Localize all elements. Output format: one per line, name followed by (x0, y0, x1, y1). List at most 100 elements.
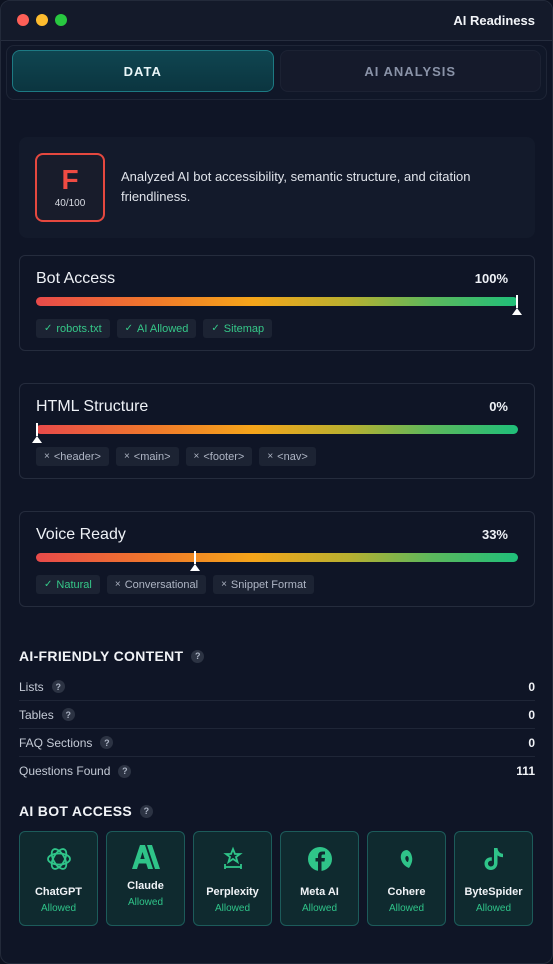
ai-bot-access-heading: AI BOT ACCESS ? (19, 803, 154, 819)
bot-card-perplexity[interactable]: Perplexity Allowed (193, 831, 272, 926)
bot-name: Claude (127, 880, 164, 892)
check-chip-label: <footer> (203, 450, 245, 463)
check-chips: ✓ Natural × Conversational × Snippet Format (36, 575, 315, 594)
grade-score: 40/100 (54, 198, 86, 209)
check-chip-label: Sitemap (223, 322, 265, 335)
check-chips: × <header> × <main> × <footer> × <nav> (36, 447, 316, 466)
check-chip-label: robots.txt (56, 322, 102, 335)
bot-card-cohere[interactable]: Cohere Allowed (367, 831, 446, 926)
help-icon[interactable]: ? (61, 708, 75, 721)
score-marker (36, 423, 38, 436)
check-chip: × <nav> (259, 447, 316, 466)
score-bar (32, 423, 518, 443)
tab-ai-analysis[interactable]: AI ANALYSIS (279, 50, 541, 92)
bot-name: Cohere (387, 886, 426, 898)
maximize-window-button[interactable] (55, 14, 67, 26)
grade-badge: F 40/100 (35, 153, 105, 222)
window-title: AI Readiness (453, 13, 535, 28)
x-icon: × (44, 451, 50, 462)
score-marker (516, 295, 518, 308)
check-chip: × Conversational (106, 575, 207, 594)
bot-status: Allowed (388, 903, 425, 914)
content-row-questions-found: Questions Found ? 111 (19, 757, 535, 785)
content-row-faq-sections: FAQ Sections ? 0 (19, 729, 535, 757)
content-row-label: Tables (19, 707, 54, 722)
bot-card-bytespider[interactable]: ByteSpider Allowed (454, 831, 533, 926)
app-window: AI Readiness DATA AI ANALYSIS F 40/100 A… (0, 0, 553, 964)
check-chip: ✓ Natural (36, 575, 100, 594)
bot-card-claude[interactable]: Claude Allowed (106, 831, 185, 926)
content-row-value: 0 (528, 679, 535, 694)
bot-status: Allowed (301, 903, 338, 914)
check-chip-label: <header> (53, 450, 101, 463)
x-icon: × (114, 579, 121, 590)
check-icon: ✓ (44, 323, 53, 334)
x-icon: × (267, 451, 274, 462)
close-window-button[interactable] (17, 14, 29, 26)
tiktok-icon (479, 844, 509, 874)
check-chip: ✓ Sitemap (203, 319, 273, 338)
metric-title: Bot Access (36, 270, 116, 287)
check-chip: ✓ robots.txt (36, 319, 110, 338)
score-marker-pointer (32, 436, 42, 443)
anthropic-icon (131, 842, 161, 872)
grade-letter: F (61, 164, 79, 195)
score-marker (194, 551, 197, 564)
bot-card-chatgpt[interactable]: ChatGPT Allowed (19, 831, 98, 926)
check-chip-label: <main> (133, 450, 171, 463)
bot-name: Meta AI (300, 886, 339, 898)
summary-description: Analyzed AI bot accessibility, semantic … (121, 169, 471, 204)
help-icon[interactable]: ? (140, 804, 154, 818)
perplexity-icon (218, 844, 248, 874)
content-row-tables: Tables ? 0 (19, 701, 535, 729)
x-icon: × (193, 451, 200, 462)
help-icon[interactable]: ? (118, 764, 132, 778)
score-bar (36, 551, 518, 571)
window-controls (17, 14, 67, 26)
tab-bar: DATA AI ANALYSIS (6, 45, 547, 100)
section-title-text: AI BOT ACCESS (19, 803, 133, 819)
bot-status: Allowed (127, 897, 164, 908)
content-row-lists: Lists ? 0 (19, 673, 535, 701)
ai-friendly-content-heading: AI-FRIENDLY CONTENT ? (19, 648, 205, 664)
facebook-icon (305, 844, 335, 874)
help-icon[interactable]: ? (191, 649, 205, 663)
bot-status: Allowed (475, 903, 512, 914)
check-chips: ✓ robots.txt ✓ AI Allowed ✓ Sitemap (36, 319, 273, 338)
bot-status: Allowed (40, 903, 77, 914)
content-row-value: 0 (528, 707, 535, 722)
metric-value: 33% (481, 527, 508, 542)
help-icon[interactable]: ? (51, 680, 65, 693)
title-bar: AI Readiness (1, 1, 552, 41)
score-bar (36, 295, 522, 315)
content-row-label: FAQ Sections (19, 735, 93, 750)
metric-value: 0% (489, 399, 508, 414)
check-chip-label: Conversational (124, 578, 199, 591)
check-chip-label: Snippet Format (230, 578, 307, 591)
tab-data[interactable]: DATA (12, 50, 274, 92)
section-title-text: AI-FRIENDLY CONTENT (19, 648, 184, 664)
check-chip: × <header> (36, 447, 109, 466)
check-icon: ✓ (44, 579, 53, 590)
check-icon: ✓ (124, 323, 134, 334)
content-row-label: Questions Found (19, 764, 111, 778)
check-chip-label: AI Allowed (137, 322, 189, 335)
bot-name: ChatGPT (34, 886, 83, 898)
metric-title: HTML Structure (36, 398, 149, 415)
minimize-window-button[interactable] (36, 14, 48, 26)
content-row-value: 0 (528, 735, 535, 750)
bot-card-meta-ai[interactable]: Meta AI Allowed (280, 831, 359, 926)
content-row-value: 111 (516, 764, 535, 778)
help-icon[interactable]: ? (100, 736, 114, 749)
check-chip: ✓ AI Allowed (116, 319, 197, 338)
content-row-label-wrap: Tables ? (19, 708, 75, 722)
x-icon: × (221, 579, 227, 590)
check-chip-label: Natural (56, 578, 92, 591)
cohere-icon (392, 844, 422, 874)
metric-title: Voice Ready (36, 526, 126, 543)
bot-access-grid: ChatGPT Allowed Claude Allowed Perplexit… (19, 831, 533, 926)
x-icon: × (123, 451, 130, 462)
bot-name: ByteSpider (464, 886, 523, 898)
content-row-label-wrap: Questions Found ? (19, 764, 132, 778)
check-chip: × Snippet Format (213, 575, 315, 594)
